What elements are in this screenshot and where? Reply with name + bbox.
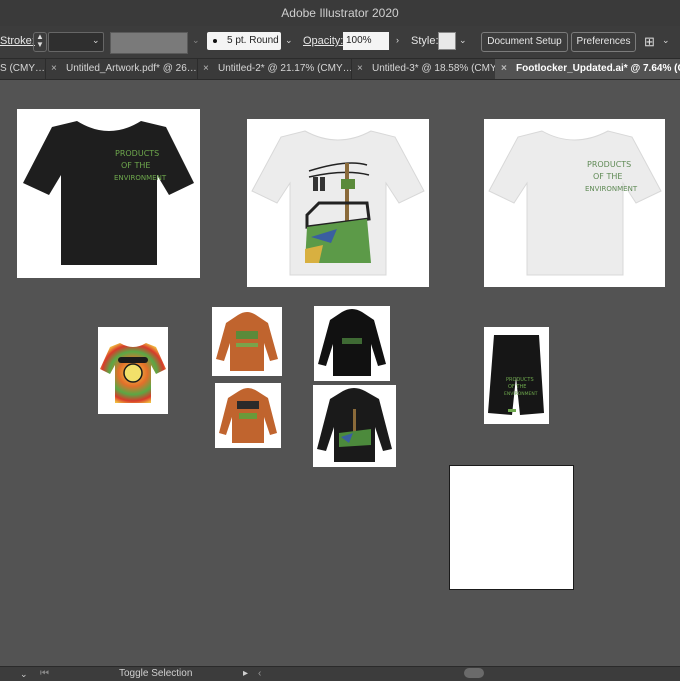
stroke-dropdown-icon[interactable]: ⌄ [92, 35, 100, 46]
svg-text:OF THE: OF THE [593, 172, 622, 181]
opacity-arrow-icon[interactable]: › [396, 35, 399, 45]
stroke-weight-stepper[interactable]: ▲ ▼ [33, 32, 47, 52]
svg-text:ENVIRONMENT: ENVIRONMENT [504, 391, 538, 397]
artwork-white-tee-text[interactable]: PRODUCTS OF THE ENVIRONMENT [484, 119, 665, 287]
variable-width-profile[interactable] [110, 32, 188, 54]
panel-menu-icon[interactable]: ⌄ [662, 35, 670, 46]
tab-untitled-artwork[interactable]: × Untitled_Artwork.pdf* @ 26… [45, 59, 198, 79]
artwork-black-hoodie-back[interactable] [313, 385, 396, 467]
orange-hoodie-1-graphic [216, 312, 278, 371]
tab-footlocker-updated[interactable]: ×Footlocker_Updated.ai* @ 7.64% (CMY [495, 59, 680, 79]
black-shorts-graphic: PRODUCTS OF THE ENVIRONMENT [488, 335, 544, 415]
style-dropdown-icon[interactable]: ⌄ [459, 35, 467, 46]
svg-text:OF THE: OF THE [508, 384, 526, 390]
document-tabs: S (CMY… × Untitled_Artwork.pdf* @ 26… × Un… [0, 59, 680, 80]
svg-text:PRODUCTS: PRODUCTS [115, 149, 159, 158]
tie-dye-tee-graphic [100, 343, 166, 403]
preferences-button[interactable]: Preferences [571, 32, 636, 52]
brush-dot-icon [213, 39, 217, 43]
black-tee-graphic: PRODUCTS OF THE ENVIRONMENT [23, 121, 194, 265]
svg-text:PRODUCTS: PRODUCTS [506, 377, 534, 383]
artwork-black-hoodie-front[interactable] [314, 306, 390, 381]
title-bar: Adobe Illustrator 2020 [0, 0, 680, 26]
opacity-input[interactable]: 100% [343, 32, 389, 50]
white-tee-pole-graphic [251, 130, 425, 276]
empty-artboard[interactable] [449, 465, 574, 590]
style-label: Style: [411, 35, 439, 47]
tab-untitled-2[interactable]: × Untitled-2* @ 21.17% (CMY… [197, 59, 352, 79]
canvas[interactable]: PRODUCTS OF THE ENVIRONMENT PRODUCTS OF … [0, 80, 680, 666]
close-tab-icon[interactable]: × [357, 59, 367, 79]
stroke-label: Stroke: [0, 35, 35, 47]
artwork-orange-hoodie-1[interactable] [212, 307, 282, 376]
svg-text:ENVIRONMENT: ENVIRONMENT [114, 174, 167, 182]
close-tab-icon[interactable]: × [51, 59, 61, 79]
opacity-label[interactable]: Opacity: [303, 35, 343, 47]
orange-hoodie-2-graphic [219, 388, 277, 443]
window-title: Adobe Illustrator 2020 [281, 6, 399, 20]
artwork-tie-dye-tee[interactable] [98, 327, 168, 414]
zoom-dropdown-icon[interactable]: ⌄ [20, 667, 28, 681]
tab-document-1[interactable]: S (CMY… [0, 59, 46, 79]
brush-dropdown-icon[interactable]: ⌄ [285, 35, 293, 46]
status-menu-arrow-icon[interactable]: ▸ [243, 667, 248, 681]
close-tab-icon[interactable]: × [203, 59, 213, 79]
first-artboard-icon[interactable]: ⏮ [40, 667, 49, 681]
artwork-black-shorts[interactable]: PRODUCTS OF THE ENVIRONMENT [484, 327, 549, 424]
variable-width-dropdown-icon[interactable]: ⌄ [192, 35, 200, 46]
black-hoodie-front-graphic [318, 309, 386, 376]
scroll-left-icon[interactable]: ‹ [258, 667, 261, 681]
white-tee-text-graphic: PRODUCTS OF THE ENVIRONMENT [488, 130, 662, 276]
artwork-white-tee-pole[interactable] [247, 119, 429, 287]
brush-definition-select[interactable]: 5 pt. Round [207, 32, 281, 50]
svg-text:OF THE: OF THE [121, 161, 150, 170]
artwork-black-tee[interactable]: PRODUCTS OF THE ENVIRONMENT [17, 109, 200, 278]
tab-untitled-3[interactable]: × Untitled-3* @ 18.58% (CMY… [351, 59, 496, 79]
black-hoodie-back-graphic [317, 388, 392, 462]
arrange-documents-icon[interactable]: ⊞ [644, 34, 655, 50]
horizontal-scrollbar-thumb[interactable] [464, 668, 484, 678]
svg-text:ENVIRONMENT: ENVIRONMENT [585, 185, 638, 193]
style-swatch[interactable] [438, 32, 456, 50]
control-bar: Stroke: ▲ ▼ ⌄ ⌄ 5 pt. Round ⌄ Opacity: 10… [0, 26, 680, 59]
artwork-orange-hoodie-2[interactable] [215, 383, 281, 448]
document-setup-button[interactable]: Document Setup [481, 32, 568, 52]
toggle-selection-label[interactable]: Toggle Selection [119, 667, 192, 681]
svg-text:PRODUCTS: PRODUCTS [587, 160, 631, 169]
close-tab-icon[interactable]: × [501, 59, 511, 79]
status-bar: ⌄ ⏮ Toggle Selection ▸ ‹ [0, 666, 680, 681]
